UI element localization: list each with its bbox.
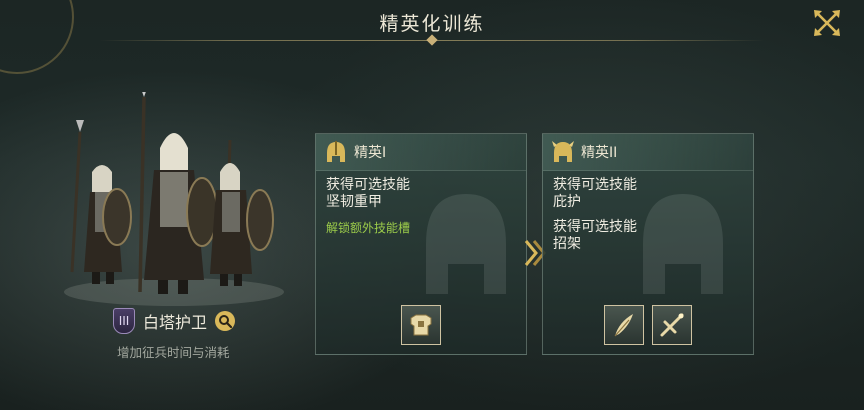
panel-header: 精英I [316, 134, 526, 171]
skill-icons [543, 305, 753, 345]
soldiers-illustration [64, 92, 284, 306]
shelter-skill-button[interactable] [604, 305, 644, 345]
panel-title: 精英II [581, 145, 618, 161]
panel-title: 精英I [354, 145, 387, 161]
crossed-swords-icon [660, 313, 684, 337]
unit-description: 增加征兵时间与消耗 [117, 345, 230, 360]
tier-badge: III [113, 308, 135, 334]
helmet-watermark-icon [643, 194, 723, 294]
helmet-icon [327, 141, 345, 162]
unit-details-button[interactable] [215, 311, 236, 331]
search-icon [219, 315, 233, 328]
elite-tier-1-panel: 精英I 获得可选技能 坚韧重甲 解锁额外技能槽 [315, 133, 527, 355]
unit-info: III 白塔护卫 [113, 307, 236, 335]
unit-name: 白塔护卫 [143, 313, 208, 332]
header-ornament [426, 34, 438, 46]
skill-icons [316, 305, 526, 345]
elite-tier-2-panel: 精英II 获得可选技能 庇护 获得可选技能 招架 [542, 133, 754, 355]
feather-shield-icon [614, 314, 633, 337]
armor-skill-button[interactable] [401, 305, 441, 345]
close-button[interactable] [812, 8, 842, 38]
helmet-watermark-icon [426, 194, 506, 294]
panel-header: 精英II [543, 134, 753, 171]
armor-icon [410, 314, 432, 336]
close-icon [814, 10, 840, 36]
parry-skill-button[interactable] [652, 305, 692, 345]
page-title: 精英化训练 [379, 13, 485, 35]
helmet-icon [552, 141, 574, 162]
